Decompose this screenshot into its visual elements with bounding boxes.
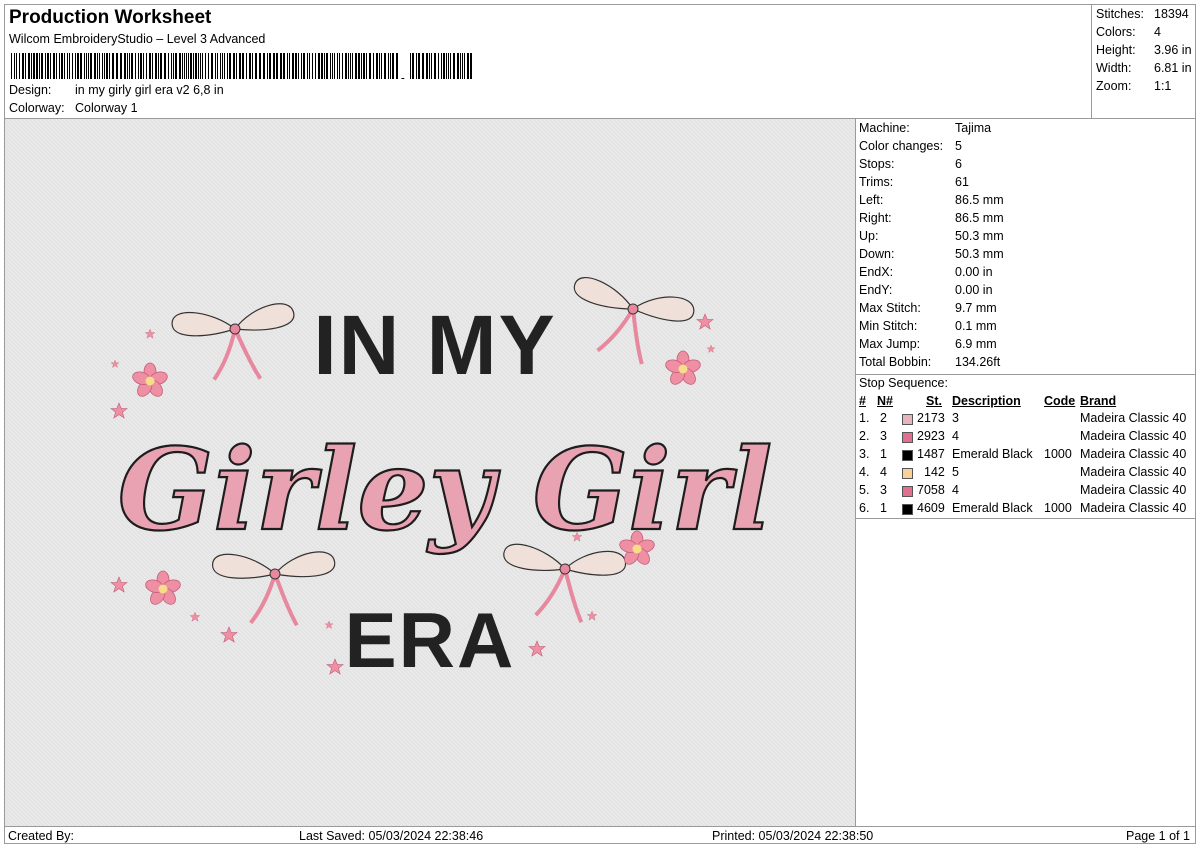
spec-row: EndY: 0.00 in <box>859 283 993 297</box>
color-swatch <box>902 468 913 479</box>
spec-row: Down: 50.3 mm <box>859 247 1004 261</box>
divider <box>856 518 1195 519</box>
colorway-name: Colorway 1 <box>75 101 138 115</box>
spec-row: Trims: 61 <box>859 175 969 189</box>
col-header-code: Code <box>1044 394 1076 408</box>
table-row: 4. 4 142 5 Madeira Classic 40 <box>859 465 1187 479</box>
summary-row: Height: 3.96 in <box>1096 43 1192 57</box>
software-name: Wilcom EmbroideryStudio – Level 3 Advanc… <box>9 32 266 46</box>
table-row: 5. 3 7058 4 Madeira Classic 40 <box>859 483 1187 497</box>
design-preview: IN MY Girley Girl ERA <box>5 119 856 826</box>
design-label: Design: <box>9 83 52 97</box>
page-title: Production Worksheet <box>9 7 212 28</box>
design-text-line1: IN MY <box>313 298 556 392</box>
page-number: Page 1 of 1 <box>1126 829 1190 843</box>
col-header-brand: Brand <box>1080 394 1117 408</box>
embroidery-preview: IN MY Girley Girl ERA <box>5 119 855 826</box>
color-swatch <box>902 504 913 515</box>
color-swatch <box>902 432 913 443</box>
table-row: 1. 2 2173 3 Madeira Classic 40 <box>859 411 1187 425</box>
info-panel: Machine: Tajima Color changes: 5 Stops: 6 T… <box>856 119 1195 826</box>
spec-row: Max Jump: 6.9 mm <box>859 337 997 351</box>
col-header-stitches: St. <box>926 394 942 408</box>
barcode: , <box>11 53 472 79</box>
summary-row: Stitches: 18394 <box>1096 7 1189 21</box>
spec-row: Up: 50.3 mm <box>859 229 1004 243</box>
color-swatch <box>902 414 913 425</box>
spec-row: Machine: Tajima <box>859 121 992 135</box>
design-name: in my girly girl era v2 6,8 in <box>75 83 224 97</box>
spec-row: EndX: 0.00 in <box>859 265 993 279</box>
spec-row: Max Stitch: 9.7 mm <box>859 301 997 315</box>
spec-row: Min Stitch: 0.1 mm <box>859 319 997 333</box>
last-saved: Last Saved: 05/03/2024 22:38:46 <box>299 829 484 843</box>
colorway-label: Colorway: <box>9 101 65 115</box>
color-swatch <box>902 486 913 497</box>
worksheet-footer: Created By: Last Saved: 05/03/2024 22:38… <box>5 826 1195 844</box>
svg-text:,: , <box>400 64 406 79</box>
spec-row: Right: 86.5 mm <box>859 211 1004 225</box>
worksheet-header: Production Worksheet Wilcom EmbroiderySt… <box>5 5 1092 119</box>
spec-row: Color changes: 5 <box>859 139 962 153</box>
col-header-description: Description <box>952 394 1021 408</box>
production-worksheet: Production Worksheet Wilcom EmbroiderySt… <box>4 4 1196 844</box>
table-row: 6. 1 4609 Emerald Black 1000 Madeira Cla… <box>859 501 1187 515</box>
summary-row: Colors: 4 <box>1096 25 1161 39</box>
col-header-num: # <box>859 394 866 408</box>
color-swatch <box>902 450 913 461</box>
table-row: 3. 1 1487 Emerald Black 1000 Madeira Cla… <box>859 447 1187 461</box>
spec-row: Left: 86.5 mm <box>859 193 1004 207</box>
design-summary: Stitches: 18394 Colors: 4 Height: 3.96 in W… <box>1092 5 1195 119</box>
summary-row: Width: 6.81 in <box>1096 61 1192 75</box>
table-row: 2. 3 2923 4 Madeira Classic 40 <box>859 429 1187 443</box>
printed-date: Printed: 05/03/2024 22:38:50 <box>712 829 874 843</box>
summary-row: Zoom: 1:1 <box>1096 79 1172 93</box>
design-text-line3: ERA <box>345 596 516 684</box>
design-text-line2: Girley Girl <box>118 425 773 556</box>
spec-row: Total Bobbin: 134.26ft <box>859 355 1001 369</box>
stop-sequence-title: Stop Sequence: <box>859 376 948 390</box>
created-by: Created By: <box>8 829 75 843</box>
spec-row: Stops: 6 <box>859 157 962 171</box>
col-header-needle: N# <box>877 394 893 408</box>
divider <box>856 374 1195 375</box>
